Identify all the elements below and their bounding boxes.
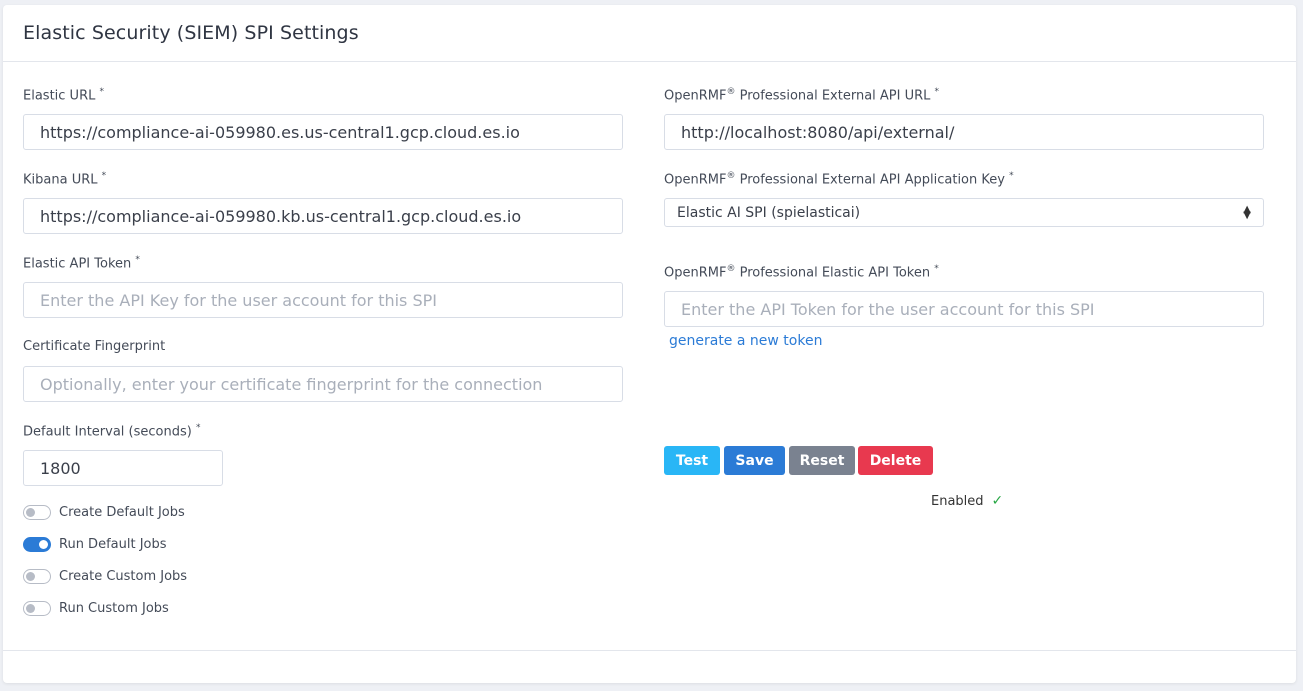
delete-button[interactable]: Delete — [858, 446, 933, 475]
elastic-url-label: Elastic URL * — [23, 87, 104, 104]
application-key-selected: Elastic AI SPI (spielasticai) — [677, 204, 861, 221]
toggle-knob — [26, 508, 35, 517]
toggle-knob — [26, 604, 35, 613]
default-interval-input[interactable]: 1800 — [23, 450, 223, 486]
toggle-row-create-default-jobs: Create Default Jobs — [23, 505, 185, 520]
reset-button[interactable]: Reset — [789, 446, 855, 475]
test-button[interactable]: Test — [664, 446, 720, 475]
toggle-row-run-default-jobs: Run Default Jobs — [23, 537, 167, 552]
toggle-label: Create Custom Jobs — [59, 569, 188, 584]
toggle-label: Run Default Jobs — [59, 537, 167, 552]
elastic-url-input[interactable]: https://compliance-ai-059980.es.us-centr… — [23, 114, 623, 150]
check-icon: ✓ — [991, 493, 1004, 509]
create-default-jobs-toggle[interactable] — [23, 505, 51, 520]
elastic-api-token-pro-input[interactable]: Enter the API Token for the user account… — [664, 291, 1264, 327]
elastic-api-token-input[interactable]: Enter the API Key for the user account f… — [23, 282, 623, 318]
elastic-api-token-label: Elastic API Token * — [23, 255, 140, 272]
certificate-fingerprint-label: Certificate Fingerprint — [23, 339, 166, 354]
external-api-url-label: OpenRMF® Professional External API URL * — [664, 87, 940, 104]
toggle-row-create-custom-jobs: Create Custom Jobs — [23, 569, 187, 584]
toggle-label: Run Custom Jobs — [59, 601, 169, 616]
settings-card: Elastic Security (SIEM) SPI Settings Ela… — [3, 5, 1296, 683]
create-custom-jobs-toggle[interactable] — [23, 569, 51, 584]
generate-token-link[interactable]: generate a new token — [669, 333, 822, 349]
elastic-api-token-pro-label: OpenRMF® Professional Elastic API Token … — [664, 264, 939, 281]
default-interval-label: Default Interval (seconds) * — [23, 423, 201, 440]
certificate-fingerprint-input[interactable]: Optionally, enter your certificate finge… — [23, 366, 623, 402]
application-key-label: OpenRMF® Professional External API Appli… — [664, 171, 1014, 188]
page-title: Elastic Security (SIEM) SPI Settings — [23, 22, 359, 44]
kibana-url-label: Kibana URL * — [23, 171, 107, 188]
card-footer — [3, 650, 1296, 651]
toggle-knob — [39, 540, 48, 549]
run-default-jobs-toggle[interactable] — [23, 537, 51, 552]
save-button[interactable]: Save — [724, 446, 785, 475]
status-indicator: Enabled ✓ — [931, 493, 1003, 509]
status-label: Enabled — [931, 493, 984, 509]
toggle-label: Create Default Jobs — [59, 505, 185, 520]
application-key-select[interactable]: Elastic AI SPI (spielasticai) ▲ ▼ — [664, 198, 1264, 227]
toggle-knob — [26, 572, 35, 581]
kibana-url-input[interactable]: https://compliance-ai-059980.kb.us-centr… — [23, 198, 623, 234]
card-header: Elastic Security (SIEM) SPI Settings — [3, 5, 1296, 62]
run-custom-jobs-toggle[interactable] — [23, 601, 51, 616]
toggle-row-run-custom-jobs: Run Custom Jobs — [23, 601, 169, 616]
select-caret-icon: ▲ ▼ — [1243, 203, 1251, 221]
external-api-url-input[interactable]: http://localhost:8080/api/external/ — [664, 114, 1264, 150]
